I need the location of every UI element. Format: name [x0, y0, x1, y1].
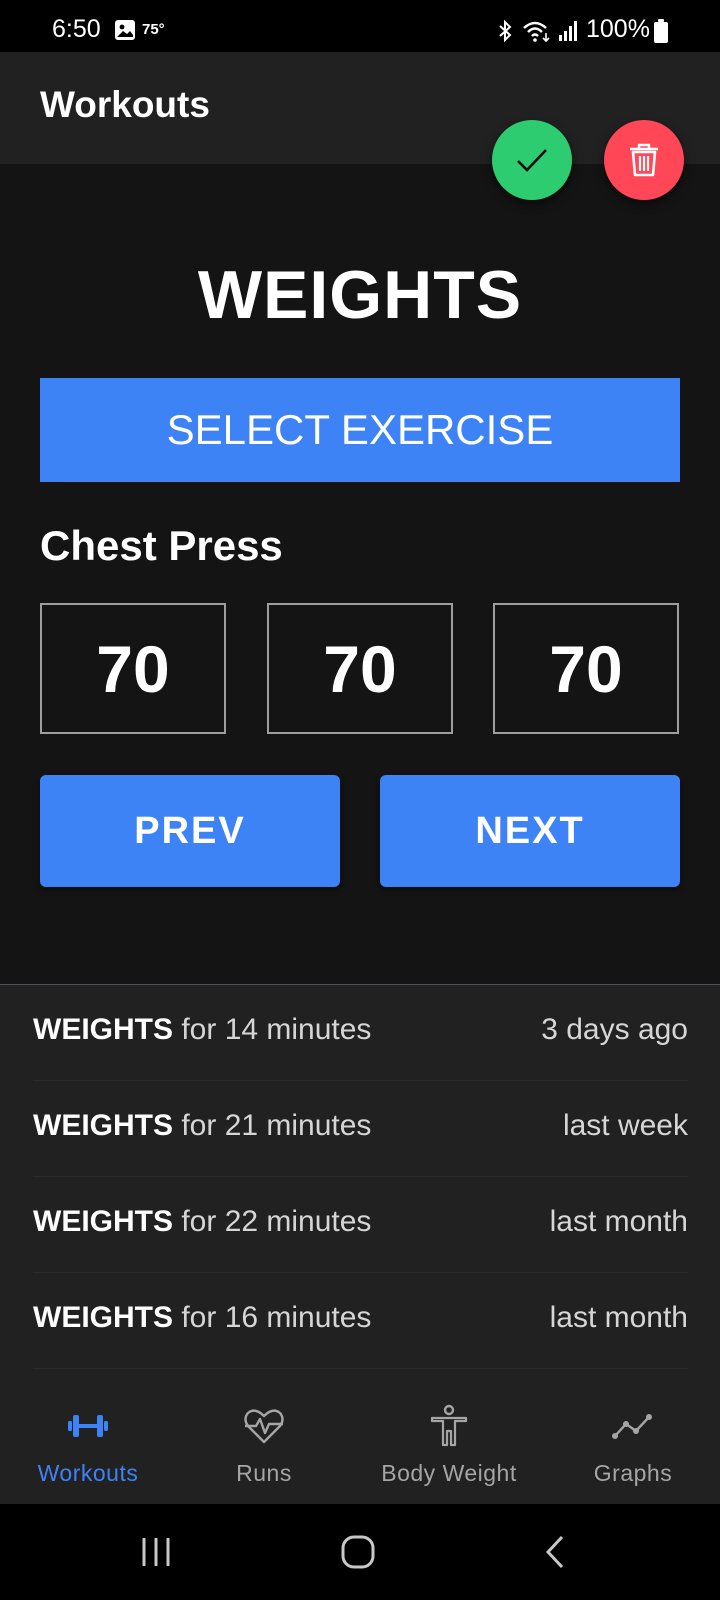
tab-workouts-label: Workouts: [37, 1460, 139, 1486]
battery-icon: [654, 19, 668, 43]
wifi-icon: [523, 21, 550, 43]
set-input-2[interactable]: 70: [267, 603, 453, 734]
history-row-summary: WEIGHTS for 22 minutes: [33, 1205, 371, 1239]
history-row[interactable]: WEIGHTS for 16 minutes last month: [33, 1273, 688, 1369]
history-row-summary: WEIGHTS for 21 minutes: [33, 1109, 371, 1143]
gallery-icon: [115, 20, 135, 40]
tab-runs-label: Runs: [236, 1460, 292, 1486]
history-row-date: last month: [549, 1301, 688, 1334]
history-row-type: WEIGHTS: [33, 1109, 173, 1142]
history-row-duration: for 16 minutes: [181, 1301, 372, 1334]
person-icon: [430, 1404, 468, 1447]
status-time: 6:50: [52, 15, 101, 43]
trash-icon: [630, 143, 658, 177]
history-row-date: last month: [549, 1205, 688, 1238]
history-row-type: WEIGHTS: [33, 1013, 173, 1046]
history-row-date: last week: [562, 1109, 688, 1142]
bluetooth-icon: [499, 19, 512, 43]
bottom-navigation: Workouts Runs Body Weight Graphs: [0, 1374, 720, 1504]
history-row-duration: for 22 minutes: [181, 1205, 372, 1238]
history-row-type: WEIGHTS: [33, 1301, 173, 1334]
workout-editor: WEIGHTS SELECT EXERCISE Chest Press 70 7…: [0, 164, 720, 984]
page-title: Workouts: [40, 84, 210, 125]
select-exercise-button[interactable]: SELECT EXERCISE: [40, 378, 680, 482]
history-row[interactable]: WEIGHTS for 14 minutes 3 days ago: [33, 985, 688, 1081]
next-button[interactable]: NEXT: [380, 775, 680, 887]
prev-button[interactable]: PREV: [40, 775, 340, 887]
history-row-date: 3 days ago: [541, 1013, 688, 1046]
home-icon[interactable]: [338, 1530, 382, 1574]
tab-graphs-label: Graphs: [593, 1460, 673, 1486]
tab-body-weight[interactable]: Body Weight: [352, 1374, 546, 1504]
confirm-workout-button[interactable]: [492, 120, 572, 200]
history-row-summary: WEIGHTS for 16 minutes: [33, 1301, 371, 1335]
heart-pulse-icon: [244, 1409, 284, 1444]
tab-body-weight-label: Body Weight: [381, 1460, 517, 1486]
tab-graphs[interactable]: Graphs: [546, 1374, 720, 1504]
status-bar: 6:50 75° 100%: [0, 0, 720, 52]
history-row[interactable]: WEIGHTS for 21 minutes last week: [33, 1081, 688, 1177]
battery-percent: 100%: [586, 15, 650, 43]
exercise-name: Chest Press: [40, 522, 283, 569]
history-row-summary: WEIGHTS for 14 minutes: [33, 1013, 371, 1047]
workout-history-list: WEIGHTS for 14 minutes 3 days ago WEIGHT…: [0, 984, 720, 1374]
check-icon: [517, 149, 547, 172]
dumbbell-icon: [68, 1415, 108, 1437]
delete-workout-button[interactable]: [604, 120, 684, 200]
history-row-duration: for 21 minutes: [181, 1109, 372, 1142]
status-temperature: 75°: [142, 21, 165, 38]
history-row-duration: for 14 minutes: [181, 1013, 372, 1046]
line-graph-icon: [612, 1414, 652, 1439]
set-input-3[interactable]: 70: [493, 603, 679, 734]
signal-icon: [559, 21, 577, 41]
set-input-1[interactable]: 70: [40, 603, 226, 734]
recent-apps-icon[interactable]: [136, 1530, 180, 1574]
tab-runs[interactable]: Runs: [176, 1374, 352, 1504]
back-icon[interactable]: [540, 1530, 584, 1574]
history-row-type: WEIGHTS: [33, 1205, 173, 1238]
system-navigation-bar: [0, 1504, 720, 1600]
workout-type-title: WEIGHTS: [197, 257, 523, 333]
history-row[interactable]: WEIGHTS for 22 minutes last month: [33, 1177, 688, 1273]
tab-workouts[interactable]: Workouts: [0, 1374, 176, 1504]
